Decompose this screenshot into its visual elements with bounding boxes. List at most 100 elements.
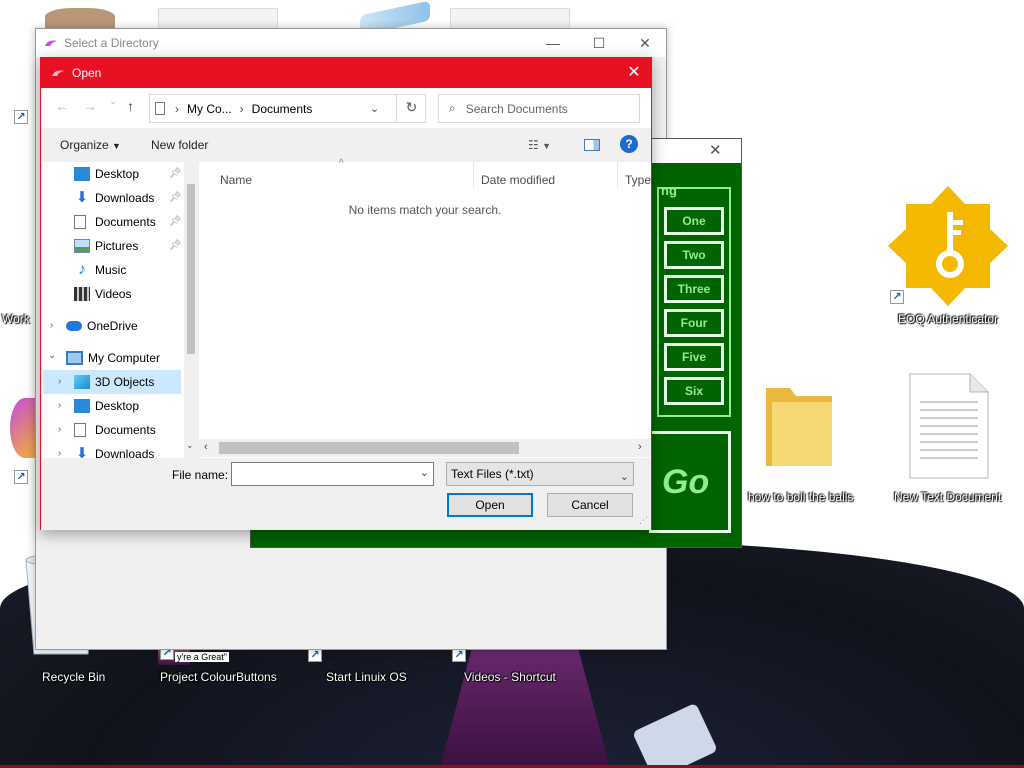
eoq-authenticator-icon[interactable] [888, 186, 1008, 306]
minimize-button[interactable]: — [530, 29, 576, 57]
documents-icon [74, 423, 86, 437]
cloud-icon [66, 321, 82, 331]
chevron-right-icon[interactable]: › [58, 448, 61, 458]
tree-item-label: Downloads [95, 447, 155, 458]
navigation-scrollbar[interactable]: ⌄ [184, 162, 198, 458]
address-dropdown-icon[interactable]: ⌄ [370, 102, 379, 115]
close-button[interactable]: ✕ [617, 58, 651, 88]
tree-item-desktop[interactable]: Desktop [74, 162, 139, 186]
help-icon[interactable]: ? [620, 135, 638, 153]
tree-item-label: Videos [95, 287, 132, 301]
desktop-label-recycle-bin[interactable]: Recycle Bin [42, 670, 105, 684]
button-six[interactable]: Six [664, 377, 724, 405]
breadcrumb-documents[interactable]: Documents [252, 102, 313, 116]
button-three[interactable]: Three [664, 275, 724, 303]
button-four[interactable]: Four [664, 309, 724, 337]
empty-message: No items match your search. [348, 203, 502, 217]
new-folder-button[interactable]: New folder [151, 138, 208, 152]
desktop-tile [450, 8, 570, 30]
tree-item-downloads[interactable]: ⬇ Downloads [74, 186, 155, 210]
sort-ascending-icon: ^ [339, 158, 344, 169]
scroll-down-icon[interactable]: ⌄ [186, 440, 194, 451]
chevron-down-icon[interactable]: ⌄ [48, 350, 56, 361]
organize-menu[interactable]: Organize ▼ [60, 138, 121, 152]
column-header-date-modified[interactable]: Date modified [481, 173, 555, 187]
pin-icon: 📌︎ [169, 216, 182, 227]
chevron-right-icon[interactable]: › [50, 320, 53, 331]
text-document-icon[interactable] [908, 372, 990, 480]
app-icon [45, 40, 57, 46]
column-header-type[interactable]: Type [625, 173, 651, 187]
back-arrow-icon[interactable]: ← [55, 98, 69, 114]
breadcrumb-my-computer[interactable]: My Co... [187, 102, 232, 116]
horizontal-scrollbar[interactable]: ‹ › [199, 439, 651, 457]
cancel-button[interactable]: Cancel [547, 493, 633, 517]
tree-item-downloads[interactable]: ⬇ Downloads [74, 442, 155, 458]
pictures-icon [74, 239, 90, 253]
chevron-right-icon[interactable]: › [58, 400, 61, 411]
document-icon [155, 102, 165, 115]
file-name-label: File name: [172, 468, 229, 482]
tree-item-documents[interactable]: Documents [74, 210, 156, 234]
wallpaper-fragment [45, 8, 115, 30]
up-arrow-icon[interactable]: ↑ [127, 98, 134, 114]
file-list: ^ Name Date modified Type No items match… [199, 158, 651, 458]
scrollbar-thumb[interactable] [219, 442, 519, 454]
scroll-left-icon[interactable]: ‹ [204, 441, 208, 453]
desktop-label-eoq-authenticator[interactable]: EOQ Authenticator [898, 312, 998, 326]
search-placeholder: Search Documents [465, 101, 568, 116]
desktop-label-folder[interactable]: how to boil the balls [748, 490, 853, 504]
open-button[interactable]: Open [447, 493, 533, 517]
tree-item-desktop[interactable]: Desktop [74, 394, 139, 418]
tree-item-3d-objects[interactable]: 3D Objects [43, 370, 181, 394]
close-button[interactable]: ✕ [709, 141, 722, 159]
desktop-icon [74, 399, 90, 413]
refresh-button[interactable]: ↻ [396, 94, 426, 123]
scrollbar-thumb[interactable] [187, 184, 195, 354]
tree-item-label: Music [95, 263, 127, 277]
tree-item-pictures[interactable]: Pictures [74, 234, 138, 258]
resize-grip-icon[interactable]: ⋰ [639, 515, 648, 526]
recent-locations-icon[interactable]: ⌄ [109, 96, 117, 107]
search-input[interactable]: ⌕ Search Documents [438, 94, 640, 123]
view-options-icon[interactable]: ☷ ▼ [528, 138, 551, 152]
maximize-button[interactable]: ☐ [576, 29, 622, 57]
desktop-icon-work[interactable]: Work [2, 312, 30, 326]
tree-item-my-computer[interactable]: My Computer [66, 346, 160, 370]
tree-item-documents[interactable]: Documents [74, 418, 156, 442]
panel-title: ng [661, 183, 677, 198]
scroll-right-icon[interactable]: › [638, 441, 642, 453]
desktop-label-start-linuix-os[interactable]: Start Linuix OS [326, 670, 407, 684]
column-header-name[interactable]: Name [220, 173, 252, 187]
go-button[interactable]: Go [649, 431, 731, 533]
address-bar[interactable]: › My Co... › Documents ⌄ [149, 94, 426, 123]
tree-item-videos[interactable]: Videos [74, 282, 131, 306]
navigation-pane: Desktop 📌︎ ⬇ Downloads 📌︎ Documents 📌︎ P… [42, 162, 198, 458]
button-two[interactable]: Two [664, 241, 724, 269]
file-name-input[interactable]: ⌄ [231, 462, 434, 486]
tree-item-label: Documents [95, 215, 156, 229]
shortcut-arrow-icon: ↗ [14, 110, 28, 124]
button-one[interactable]: One [664, 207, 724, 235]
chevron-right-icon[interactable]: › [58, 376, 61, 387]
folder-icon[interactable] [762, 378, 836, 470]
file-type-select[interactable]: Text Files (*.txt) ⌄ [446, 462, 634, 486]
open-dialog-titlebar[interactable]: Open ✕ [41, 58, 651, 88]
chevron-down-icon[interactable]: ⌄ [420, 466, 429, 479]
3d-objects-icon [74, 375, 90, 389]
desktop-label-videos-shortcut[interactable]: Videos - Shortcut [464, 670, 556, 684]
breadcrumb-separator: › [239, 101, 244, 116]
window-title: Select a Directory [64, 36, 159, 50]
dropdown-arrow-icon: ▼ [112, 141, 121, 151]
desktop-label-text-document[interactable]: New Text Document [894, 490, 1001, 504]
forward-arrow-icon[interactable]: → [83, 98, 97, 114]
desktop-label-project-colourbuttons[interactable]: Project ColourButtons [160, 670, 277, 684]
shortcut-arrow-icon: ↗ [14, 470, 28, 484]
tree-item-music[interactable]: ♪ Music [74, 258, 126, 282]
tree-item-onedrive[interactable]: OneDrive [66, 314, 138, 338]
tree-item-label: 3D Objects [95, 375, 155, 389]
chevron-right-icon[interactable]: › [58, 424, 61, 435]
preview-pane-icon[interactable] [584, 139, 600, 151]
close-button[interactable]: ✕ [622, 29, 668, 57]
button-five[interactable]: Five [664, 343, 724, 371]
